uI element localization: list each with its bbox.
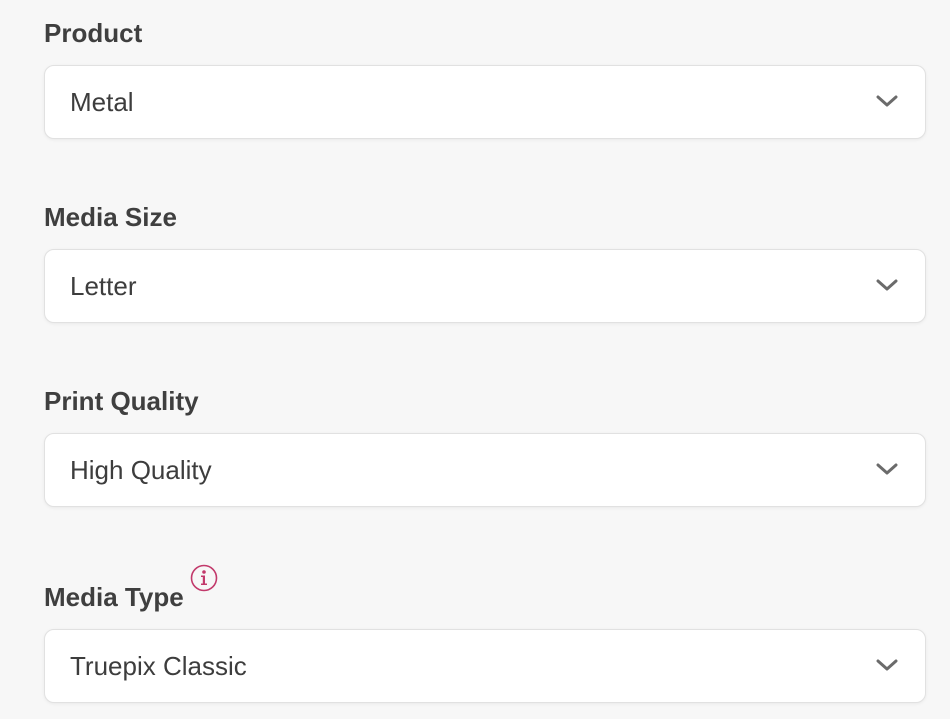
print-quality-field: Print Quality High Quality [44,384,926,507]
chevron-down-icon [876,279,898,291]
info-icon[interactable] [190,564,218,592]
media-type-select[interactable]: Truepix Classic [44,629,926,703]
product-field: Product Metal [44,16,926,139]
chevron-down-icon [876,659,898,671]
media-type-label: Media Type [44,582,184,612]
print-quality-select-value: High Quality [70,455,212,485]
media-size-label: Media Size [44,202,177,232]
media-size-select-value: Letter [70,271,137,301]
print-options-form: Product Metal Media Size Letter Print Qu… [0,0,950,719]
print-quality-label: Print Quality [44,386,199,416]
media-size-select[interactable]: Letter [44,249,926,323]
product-select-value: Metal [70,87,134,117]
product-label: Product [44,18,143,48]
chevron-down-icon [876,463,898,475]
media-type-field: Media Type Truepix Classic [44,564,926,703]
media-type-select-value: Truepix Classic [70,651,247,681]
print-quality-select[interactable]: High Quality [44,433,926,507]
media-size-field: Media Size Letter [44,200,926,323]
product-select[interactable]: Metal [44,65,926,139]
chevron-down-icon [876,95,898,107]
